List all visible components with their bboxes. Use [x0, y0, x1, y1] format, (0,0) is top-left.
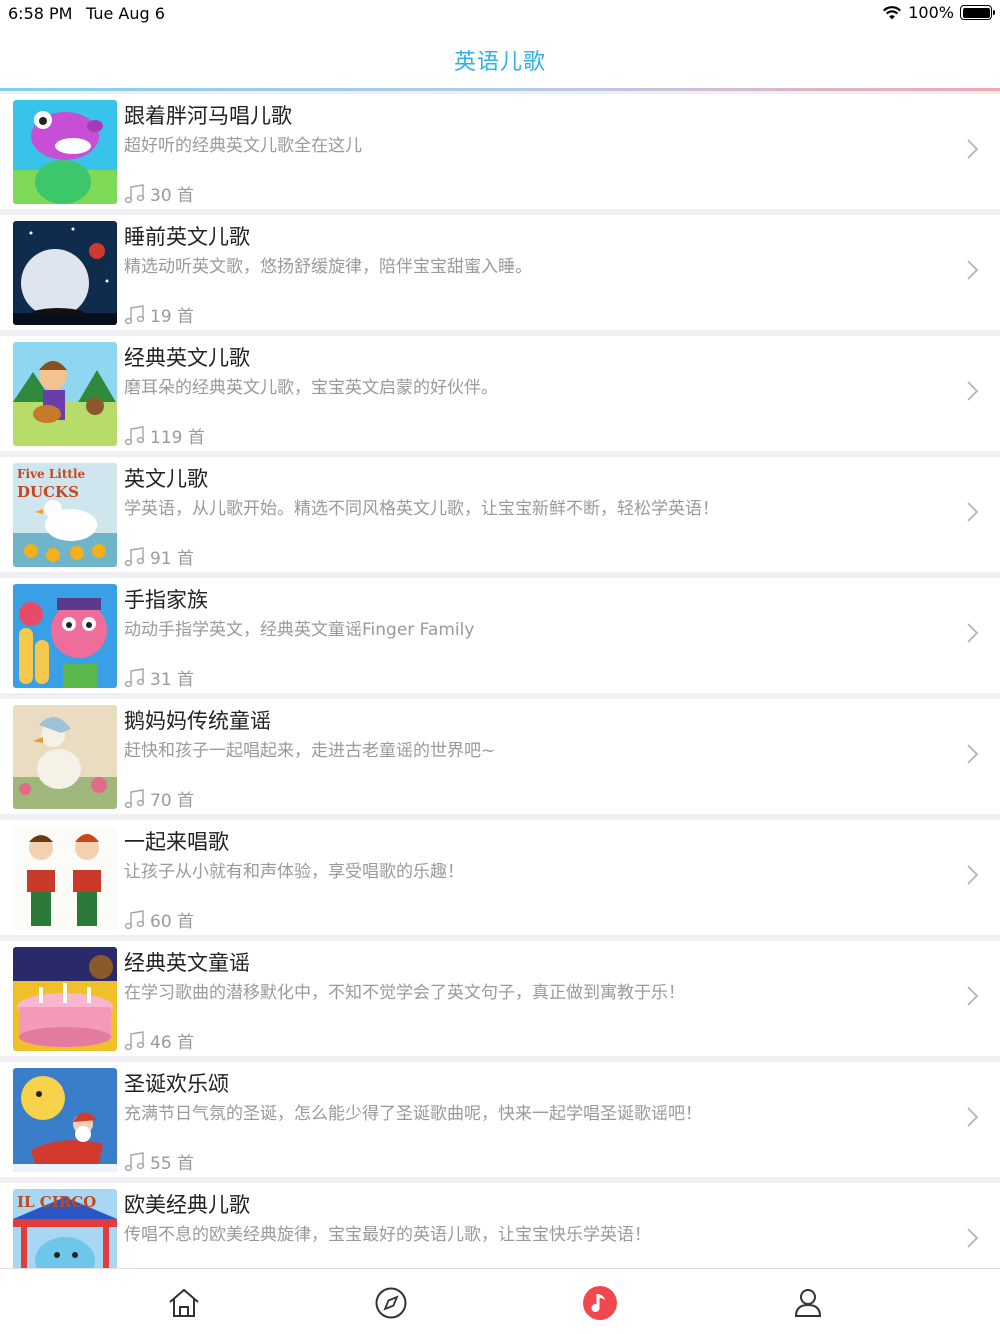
music-note-icon [124, 788, 145, 808]
battery-percent: 100% [908, 3, 954, 22]
song-count-text: 55 首 [150, 1154, 195, 1174]
playlist-title: 跟着胖河马唱儿歌 [124, 104, 292, 128]
playlist-thumbnail [13, 826, 117, 930]
song-count-text: 119 首 [150, 428, 205, 448]
playlist-song-count: 55 首 [124, 1149, 194, 1174]
battery-icon [960, 5, 995, 20]
song-count-text: 19 首 [150, 307, 195, 327]
chevron-right-icon [966, 743, 980, 765]
tab-home[interactable] [166, 1285, 202, 1321]
chevron-right-icon [966, 1227, 980, 1249]
playlist-description: 充满节日气氛的圣诞，怎么能少得了圣诞歌曲呢，快来一起学唱圣诞歌谣吧！ [124, 1104, 702, 1124]
playlist-title: 鹅妈妈传统童谣 [124, 709, 271, 733]
playlist-title: 一起来唱歌 [124, 830, 229, 854]
playlist-song-count: 70 首 [124, 786, 194, 811]
song-count-text: 31 首 [150, 670, 195, 690]
wifi-icon [883, 5, 902, 19]
music-note-icon [124, 183, 145, 203]
chevron-right-icon [966, 138, 980, 160]
playlist-description: 超好听的经典英文儿歌全在这儿 [124, 136, 362, 156]
playlist-row[interactable]: 一起来唱歌让孩子从小就有和声体验，享受唱歌的乐趣！ 60 首 [0, 820, 1000, 935]
chevron-right-icon [966, 1106, 980, 1128]
song-count-text: 91 首 [150, 549, 195, 569]
song-count-text: 30 首 [150, 186, 195, 206]
playlist-description: 传唱不息的欧美经典旋律，宝宝最好的英语儿歌，让宝宝快乐学英语！ [124, 1225, 651, 1245]
playlist-row[interactable]: 睡前英文儿歌精选动听英文歌，悠扬舒缓旋律，陪伴宝宝甜蜜入睡。 19 首 [0, 215, 1000, 330]
playlist-thumbnail [13, 342, 117, 446]
tab-profile[interactable] [790, 1285, 826, 1321]
playlist-row[interactable]: 手指家族动动手指学英文，经典英文童谣Finger Family 31 首 [0, 578, 1000, 693]
playlist-thumbnail [13, 1068, 117, 1172]
status-right: 100% [882, 3, 995, 22]
navigation-bar: 英语儿歌 [0, 28, 1000, 90]
tab-discover[interactable] [373, 1285, 409, 1321]
tab-music[interactable] [582, 1285, 618, 1321]
music-note-icon [124, 909, 145, 929]
status-time: 6:58 PM [8, 4, 73, 23]
music-note-icon [124, 1030, 145, 1050]
playlist-song-count: 60 首 [124, 907, 194, 932]
song-count-text: 46 首 [150, 1033, 195, 1053]
music-note-icon [124, 546, 145, 566]
chevron-right-icon [966, 259, 980, 281]
music-note-icon [124, 304, 145, 324]
playlist-description: 磨耳朵的经典英文儿歌，宝宝英文启蒙的好伙伴。 [124, 378, 498, 398]
playlist-thumbnail: Five Little DUCKS [13, 463, 117, 567]
music-icon [583, 1286, 617, 1320]
playlist-song-count: 19 首 [124, 302, 194, 327]
playlist-song-count: 91 首 [124, 544, 194, 569]
playlist-description: 学英语，从儿歌开始。精选不同风格英文儿歌，让宝宝新鲜不断，轻松学英语！ [124, 499, 719, 519]
chevron-right-icon [966, 985, 980, 1007]
playlist-row[interactable]: Five Little DUCKS 英文儿歌学英语，从儿歌开始。精选不同风格英文儿歌… [0, 457, 1000, 572]
playlist-description: 让孩子从小就有和声体验，享受唱歌的乐趣！ [124, 862, 464, 882]
song-count-text: 70 首 [150, 791, 195, 811]
playlist-title: 英文儿歌 [124, 467, 208, 491]
playlist-song-count: 31 首 [124, 665, 194, 690]
chevron-right-icon [966, 501, 980, 523]
status-date: Tue Aug 6 [86, 4, 165, 23]
playlist-title: 手指家族 [124, 588, 208, 612]
user-icon [794, 1289, 822, 1317]
music-note-icon [124, 1151, 145, 1171]
thumbnail-title-text: IL CIRCO [17, 1193, 97, 1211]
playlist-list[interactable]: 跟着胖河马唱儿歌超好听的经典英文儿歌全在这儿 30 首睡前英文儿歌精选动听英文歌，… [0, 91, 1000, 1268]
playlist-thumbnail [13, 100, 117, 204]
playlist-song-count: 30 首 [124, 181, 194, 206]
status-bar: 6:58 PM Tue Aug 6 100% [0, 0, 1000, 28]
playlist-row[interactable]: 圣诞欢乐颂充满节日气氛的圣诞，怎么能少得了圣诞歌曲呢，快来一起学唱圣诞歌谣吧！ 5… [0, 1062, 1000, 1177]
music-note-icon [124, 667, 145, 687]
playlist-thumbnail: IL CIRCO [13, 1189, 117, 1268]
music-note-icon [124, 425, 145, 445]
playlist-song-count: 46 首 [124, 1028, 194, 1053]
playlist-row[interactable]: 经典英文儿歌磨耳朵的经典英文儿歌，宝宝英文启蒙的好伙伴。 119 首 [0, 336, 1000, 451]
tab-bar [0, 1268, 1000, 1334]
playlist-description: 在学习歌曲的潜移默化中，不知不觉学会了英文句子，真正做到寓教于乐！ [124, 983, 685, 1003]
playlist-thumbnail [13, 584, 117, 688]
playlist-thumbnail [13, 947, 117, 1051]
page-title: 英语儿歌 [453, 50, 546, 75]
thumbnail-title-text: DUCKS [17, 483, 79, 501]
chevron-right-icon [966, 864, 980, 886]
playlist-title: 经典英文儿歌 [124, 346, 250, 370]
compass-icon [375, 1287, 407, 1319]
playlist-description: 精选动听英文歌，悠扬舒缓旋律，陪伴宝宝甜蜜入睡。 [124, 257, 532, 277]
playlist-title: 欧美经典儿歌 [124, 1193, 250, 1217]
playlist-title: 经典英文童谣 [124, 951, 250, 975]
playlist-description: 赶快和孩子一起唱起来，走进古老童谣的世界吧~ [124, 741, 496, 761]
playlist-row[interactable]: 经典英文童谣在学习歌曲的潜移默化中，不知不觉学会了英文句子，真正做到寓教于乐！ 4… [0, 941, 1000, 1056]
playlist-song-count: 119 首 [124, 423, 205, 448]
playlist-title: 睡前英文儿歌 [124, 225, 250, 249]
playlist-row[interactable]: IL CIRCO 欧美经典儿歌传唱不息的欧美经典旋律，宝宝最好的英语儿歌，让宝宝快… [0, 1183, 1000, 1268]
playlist-thumbnail [13, 705, 117, 809]
playlist-description: 动动手指学英文，经典英文童谣Finger Family [124, 620, 475, 640]
playlist-thumbnail [13, 221, 117, 325]
song-count-text: 60 首 [150, 912, 195, 932]
chevron-right-icon [966, 622, 980, 644]
playlist-title: 圣诞欢乐颂 [124, 1072, 229, 1096]
thumbnail-title-text: Five Little [17, 467, 86, 481]
chevron-right-icon [966, 380, 980, 402]
playlist-row[interactable]: 鹅妈妈传统童谣赶快和孩子一起唱起来，走进古老童谣的世界吧~ 70 首 [0, 699, 1000, 814]
home-icon [169, 1288, 199, 1317]
playlist-row[interactable]: 跟着胖河马唱儿歌超好听的经典英文儿歌全在这儿 30 首 [0, 94, 1000, 209]
